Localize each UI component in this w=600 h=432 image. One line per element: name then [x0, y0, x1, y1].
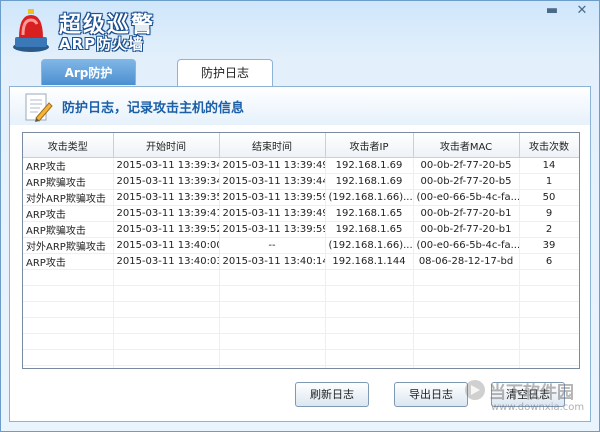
cell-end-time: 2015-03-11 13:39:59	[219, 221, 326, 238]
cell-start-time: 2015-03-11 13:39:41	[113, 205, 220, 222]
table-row[interactable]: ARP攻击 2015-03-11 13:39:34 2015-03-11 13:…	[23, 157, 579, 174]
export-log-button[interactable]: 导出日志	[394, 382, 468, 407]
cell-end-time: --	[219, 237, 326, 254]
column-header-attack-count[interactable]: 攻击次数	[519, 133, 579, 158]
cell-attack-count: 50	[519, 189, 579, 206]
column-header-attack-type[interactable]: 攻击类型	[23, 133, 114, 158]
empty-row	[23, 365, 579, 368]
cell-attack-count: 2	[519, 221, 579, 238]
refresh-log-button[interactable]: 刷新日志	[295, 382, 369, 407]
cell-attacker-ip: (192.168.1.66)...	[325, 237, 414, 254]
cell-start-time: 2015-03-11 13:40:00	[113, 237, 220, 254]
table-row[interactable]: ARP攻击 2015-03-11 13:39:41 2015-03-11 13:…	[23, 205, 579, 222]
empty-row	[23, 269, 579, 286]
notepad-pencil-icon	[25, 93, 53, 122]
log-panel: 防护日志，记录攻击主机的信息 攻击类型 开始时间 结束时间 攻击者IP 攻击者M…	[9, 86, 591, 422]
cell-attacker-ip: 192.168.1.69	[325, 157, 414, 174]
cell-attack-count: 6	[519, 253, 579, 270]
cell-attack-count: 14	[519, 157, 579, 174]
cell-end-time: 2015-03-11 13:39:44	[219, 173, 326, 190]
cell-attacker-mac: 00-0b-2f-77-20-b1	[413, 221, 520, 238]
empty-row	[23, 285, 579, 302]
cell-attack-type: ARP攻击	[23, 253, 114, 270]
brand-subtitle: ARP防火墙	[59, 35, 145, 53]
log-table[interactable]: 攻击类型 开始时间 结束时间 攻击者IP 攻击者MAC 攻击次数 ARP攻击 2…	[22, 132, 580, 369]
tab-bar: Arp防护 防护日志	[1, 59, 599, 87]
cell-attack-type: 对外ARP欺骗攻击	[23, 189, 114, 206]
column-header-start-time[interactable]: 开始时间	[113, 133, 220, 158]
cell-end-time: 2015-03-11 13:39:49	[219, 205, 326, 222]
cell-attacker-mac: (00-e0-66-5b-4c-fa...	[413, 237, 520, 254]
cell-end-time: 2015-03-11 13:39:59	[219, 189, 326, 206]
cell-attacker-ip: 192.168.1.69	[325, 173, 414, 190]
cell-attacker-mac: (00-e0-66-5b-4c-fa...	[413, 189, 520, 206]
panel-header: 防护日志，记录攻击主机的信息	[10, 87, 590, 125]
cell-attacker-ip: 192.168.1.65	[325, 221, 414, 238]
table-header-row: 攻击类型 开始时间 结束时间 攻击者IP 攻击者MAC 攻击次数	[23, 133, 579, 158]
tab-arp-protection[interactable]: Arp防护	[41, 59, 136, 85]
cell-attacker-mac: 08-06-28-12-17-bd	[413, 253, 520, 270]
empty-row	[23, 301, 579, 318]
empty-row	[23, 349, 579, 366]
watermark-logo-icon	[465, 380, 485, 400]
cell-attacker-mac: 00-0b-2f-77-20-b1	[413, 205, 520, 222]
cell-attacker-ip: (192.168.1.66)...	[325, 189, 414, 206]
cell-start-time: 2015-03-11 13:39:52	[113, 221, 220, 238]
cell-attack-type: ARP欺骗攻击	[23, 173, 114, 190]
cell-attacker-mac: 00-0b-2f-77-20-b5	[413, 157, 520, 174]
cell-attacker-ip: 192.168.1.144	[325, 253, 414, 270]
watermark: 当下软件园 www.downxia.com	[463, 376, 593, 426]
main-window: 超级巡警 ARP防火墙 ▬ ✕ Arp防护 防护日志 防护日志，记录攻击主机的信…	[0, 0, 600, 432]
cell-start-time: 2015-03-11 13:39:34	[113, 157, 220, 174]
cell-attack-count: 1	[519, 173, 579, 190]
panel-description: 防护日志，记录攻击主机的信息	[62, 101, 245, 116]
table-row[interactable]: 对外ARP欺骗攻击 2015-03-11 13:40:00 -- (192.16…	[23, 237, 579, 254]
close-icon[interactable]: ✕	[571, 3, 593, 19]
cell-attack-type: ARP攻击	[23, 157, 114, 174]
cell-start-time: 2015-03-11 13:39:35	[113, 189, 220, 206]
empty-row	[23, 317, 579, 334]
empty-row	[23, 333, 579, 350]
column-header-attacker-mac[interactable]: 攻击者MAC	[413, 133, 520, 158]
cell-start-time: 2015-03-11 13:40:03	[113, 253, 220, 270]
cell-end-time: 2015-03-11 13:40:14	[219, 253, 326, 270]
alarm-siren-icon	[13, 9, 49, 52]
table-row[interactable]: ARP欺骗攻击 2015-03-11 13:39:52 2015-03-11 1…	[23, 221, 579, 238]
title-bar: 超级巡警 ARP防火墙 ▬ ✕	[1, 1, 599, 59]
cell-start-time: 2015-03-11 13:39:34	[113, 173, 220, 190]
table-row[interactable]: ARP欺骗攻击 2015-03-11 13:39:34 2015-03-11 1…	[23, 173, 579, 190]
cell-attack-type: ARP攻击	[23, 205, 114, 222]
minimize-icon[interactable]: ▬	[541, 3, 563, 19]
tab-protection-log[interactable]: 防护日志	[177, 59, 273, 87]
column-header-end-time[interactable]: 结束时间	[219, 133, 326, 158]
cell-attacker-mac: 00-0b-2f-77-20-b5	[413, 173, 520, 190]
table-row[interactable]: 对外ARP欺骗攻击 2015-03-11 13:39:35 2015-03-11…	[23, 189, 579, 206]
column-header-attacker-ip[interactable]: 攻击者IP	[325, 133, 414, 158]
cell-attacker-ip: 192.168.1.65	[325, 205, 414, 222]
table-row[interactable]: ARP攻击 2015-03-11 13:40:03 2015-03-11 13:…	[23, 253, 579, 270]
cell-attack-count: 9	[519, 205, 579, 222]
cell-attack-type: ARP欺骗攻击	[23, 221, 114, 238]
cell-attack-type: 对外ARP欺骗攻击	[23, 237, 114, 254]
watermark-text: 当下软件园	[489, 383, 574, 403]
cell-attack-count: 39	[519, 237, 579, 254]
watermark-url: www.downxia.com	[491, 402, 585, 413]
cell-end-time: 2015-03-11 13:39:49	[219, 157, 326, 174]
